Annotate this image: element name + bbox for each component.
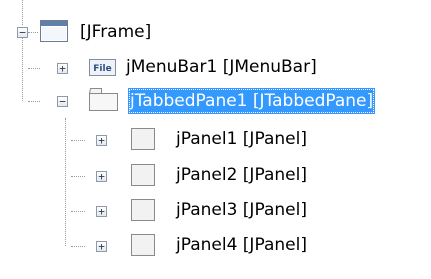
menubar-file-icon-text: File [93, 64, 111, 74]
tree-line-panel4-h [71, 246, 85, 247]
component-tree: − [JFrame] + File jMenuBar1 [JMenuBar] − [0, 0, 431, 279]
tree-line-tabbed-children [65, 118, 66, 246]
tree-node-label[interactable]: jPanel2 [JPanel] [174, 162, 309, 188]
tree-node-label[interactable]: jPanel3 [JPanel] [174, 197, 309, 223]
expand-toggle-jmenubar1[interactable]: + [57, 63, 68, 74]
collapse-toggle-jframe[interactable]: − [17, 27, 28, 38]
expand-toggle-jpanel3[interactable]: + [96, 206, 107, 217]
collapse-toggle-jtabbedpane1[interactable]: − [57, 96, 68, 107]
tree-line-panel3-h [71, 211, 85, 212]
tree-line-root-h [28, 32, 38, 33]
tree-node-label[interactable]: [JFrame] [78, 19, 153, 45]
tree-line-root-children [22, 38, 23, 101]
expand-toggle-jpanel4[interactable]: + [96, 241, 107, 252]
menubar-file-icon: File [89, 59, 116, 76]
tree-line-panel2-h [71, 176, 85, 177]
panel-icon [131, 199, 155, 221]
tree-line-tabbed-h [28, 101, 40, 102]
tree-line-menubar-h [28, 68, 40, 69]
tree-node-label[interactable]: jMenuBar1 [JMenuBar] [124, 54, 319, 80]
panel-icon [131, 234, 155, 256]
expand-toggle-jpanel2[interactable]: + [96, 171, 107, 182]
tree-node-label[interactable]: jPanel1 [JPanel] [174, 126, 309, 152]
tabbed-pane-icon [88, 88, 119, 112]
tree-line-root-top [22, 0, 23, 25]
panel-icon [131, 128, 155, 150]
tree-node-label[interactable]: jPanel4 [JPanel] [174, 232, 309, 258]
frame-icon [40, 20, 68, 42]
panel-icon [131, 164, 155, 186]
tree-line-panel1-h [71, 140, 85, 141]
expand-toggle-jpanel1[interactable]: + [96, 135, 107, 146]
tree-node-label-selected[interactable]: jTabbedPane1 [JTabbedPane] [128, 88, 376, 114]
